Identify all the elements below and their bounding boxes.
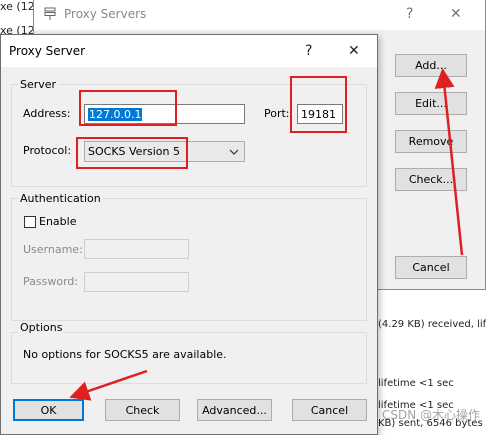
arrow-to-add: [434, 68, 464, 256]
arrow-to-ok: [69, 369, 148, 401]
watermark: CSDN @木心操作: [381, 408, 480, 422]
annotation-arrows: [69, 68, 464, 401]
